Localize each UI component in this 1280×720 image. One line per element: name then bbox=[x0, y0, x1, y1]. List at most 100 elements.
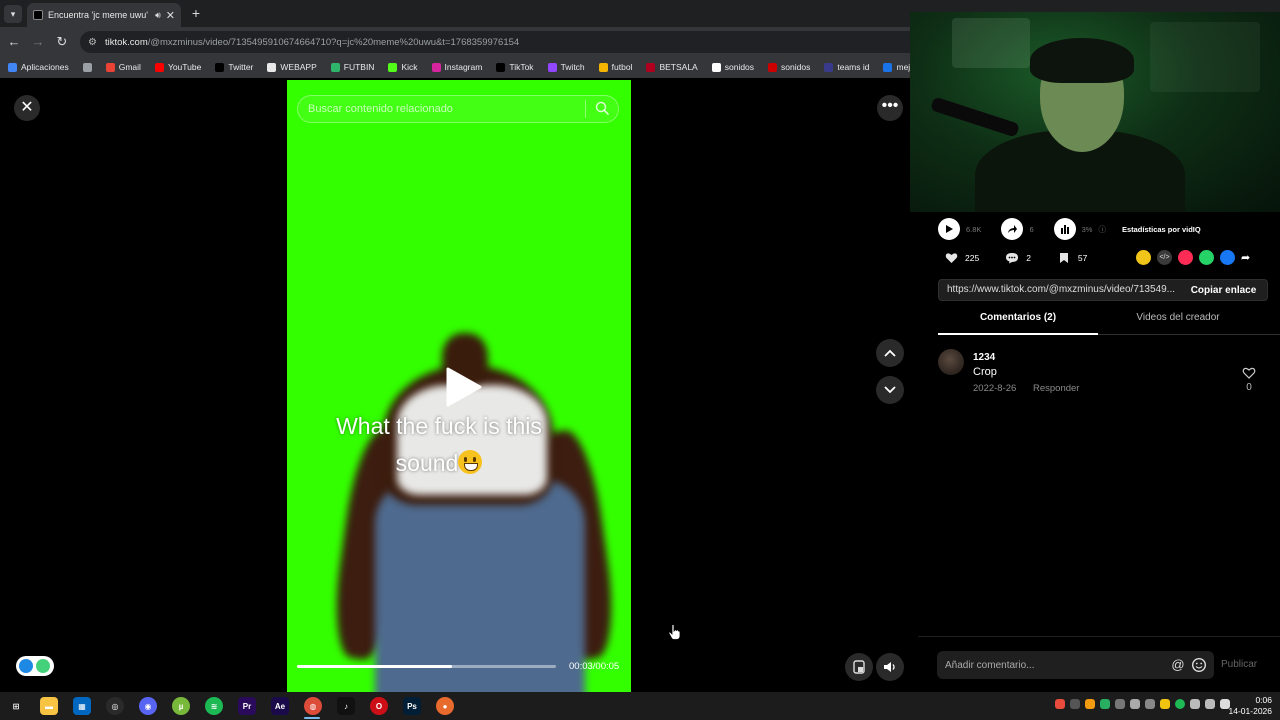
browser-tab-active[interactable]: Encuentra 'jc meme uwu' en 🔊︎ ✕ bbox=[27, 3, 181, 27]
save-button[interactable] bbox=[1055, 249, 1073, 267]
engagement-button[interactable] bbox=[1053, 218, 1076, 240]
bookmark-label: Twitch bbox=[560, 62, 585, 72]
related-search-input[interactable]: Buscar contenido relacionado bbox=[297, 95, 619, 123]
taskbar-app-icon[interactable]: ● bbox=[436, 697, 454, 715]
heart-outline-icon[interactable] bbox=[1242, 366, 1256, 380]
bookmark-aplicaciones[interactable]: Aplicaciones bbox=[8, 62, 69, 72]
bookmark-icon bbox=[1059, 253, 1068, 263]
bookmark-apps-grid[interactable] bbox=[82, 62, 92, 72]
site-info-icon[interactable]: ⚙ bbox=[88, 37, 97, 48]
picture-in-picture-button[interactable] bbox=[845, 653, 873, 681]
tab-search-button[interactable]: ▾ bbox=[4, 5, 22, 23]
new-tab-button[interactable]: + bbox=[188, 5, 204, 21]
address-bar[interactable]: ⚙ tiktok.com/@mxzminus/video/71354959106… bbox=[80, 31, 920, 53]
video-link-field[interactable]: https://www.tiktok.com/@mxzminus/video/7… bbox=[938, 279, 1188, 301]
bookmark-gmail[interactable]: Gmail bbox=[105, 62, 141, 72]
spotify-tray-icon[interactable] bbox=[1175, 699, 1185, 709]
taskbar-utorrent-icon[interactable]: µ bbox=[172, 697, 190, 715]
plays-button[interactable] bbox=[938, 218, 960, 240]
bookmark-kick[interactable]: Kick bbox=[388, 62, 418, 72]
bookmark-webapp[interactable]: WEBAPP bbox=[267, 62, 317, 72]
comment-avatar[interactable] bbox=[938, 349, 964, 375]
bookmark-favicon-icon bbox=[824, 62, 834, 72]
back-arrow-icon[interactable]: ← bbox=[5, 33, 23, 51]
bookmark-sonidos[interactable]: sonidos bbox=[711, 62, 754, 72]
tab-comments[interactable]: Comentarios (2) bbox=[938, 312, 1098, 334]
bookmark-favicon-icon bbox=[8, 62, 17, 72]
taskbar-steam-icon[interactable]: ◎ bbox=[106, 697, 124, 715]
speaker-icon[interactable]: 🔊︎ bbox=[155, 10, 161, 21]
tray-app-icon[interactable] bbox=[1160, 699, 1170, 709]
send-icon[interactable] bbox=[1178, 250, 1193, 265]
emoji-icon[interactable] bbox=[1191, 657, 1207, 673]
tray-app-icon[interactable] bbox=[1100, 699, 1110, 709]
network-icon[interactable] bbox=[1190, 699, 1200, 709]
taskbar-opera-icon[interactable]: O bbox=[370, 697, 388, 715]
bookmark-futbol[interactable]: futbol bbox=[598, 62, 632, 72]
bookmark-tiktok[interactable]: TikTok bbox=[496, 62, 534, 72]
comments-button[interactable] bbox=[1003, 249, 1021, 267]
tray-app-icon[interactable] bbox=[1130, 699, 1140, 709]
whatsapp-icon[interactable] bbox=[1199, 250, 1214, 265]
play-icon[interactable] bbox=[444, 366, 484, 408]
extension-badge[interactable] bbox=[16, 656, 54, 676]
like-button[interactable] bbox=[942, 249, 960, 267]
next-video-button[interactable] bbox=[876, 376, 904, 404]
more-options-button[interactable]: ••• bbox=[877, 95, 903, 121]
comment-username[interactable]: 1234 bbox=[973, 352, 995, 363]
wifi-icon[interactable] bbox=[1205, 699, 1215, 709]
vidiq-stats-row: 6.8K 6 3% ⓘ Estadísticas por vidIQ bbox=[938, 218, 1201, 240]
tray-app-icon[interactable] bbox=[1145, 699, 1155, 709]
tray-app-icon[interactable] bbox=[1085, 699, 1095, 709]
taskbar-spotify-icon[interactable]: ≋ bbox=[205, 697, 223, 715]
share-more-icon[interactable]: ➦ bbox=[1241, 251, 1250, 264]
bookmark-twitter[interactable]: Twitter bbox=[215, 62, 253, 72]
taskbar-discord-icon[interactable]: ◉ bbox=[139, 697, 157, 715]
taskbar-start-icon[interactable]: ⊞ bbox=[7, 697, 25, 715]
bookmark-favicon-icon bbox=[267, 62, 277, 72]
taskbar-photoshop-icon[interactable]: Ps bbox=[403, 697, 421, 715]
close-video-button[interactable]: ✕ bbox=[14, 95, 40, 121]
bookmark-instagram[interactable]: Instagram bbox=[431, 62, 482, 72]
copy-link-button[interactable]: Copiar enlace bbox=[1180, 279, 1268, 301]
clock-date: 14-01-2026 bbox=[1228, 706, 1272, 716]
tab-close-icon[interactable]: ✕ bbox=[166, 9, 175, 22]
bookmark-sonidos[interactable]: sonidos bbox=[768, 62, 810, 72]
shares-count: 6 bbox=[1029, 224, 1034, 234]
search-divider bbox=[585, 100, 586, 118]
repost-icon[interactable] bbox=[1136, 250, 1151, 265]
taskbar-explorer-icon[interactable]: ▬ bbox=[40, 697, 58, 715]
tray-app-icon[interactable] bbox=[1115, 699, 1125, 709]
shares-button[interactable] bbox=[1001, 218, 1024, 240]
engagement-row: 225 2 57 bbox=[942, 249, 1087, 267]
forward-arrow-icon[interactable]: → bbox=[29, 33, 47, 51]
search-icon[interactable] bbox=[594, 100, 610, 116]
embed-icon[interactable]: </> bbox=[1157, 250, 1172, 265]
tab-creator-videos[interactable]: Videos del creador bbox=[1098, 312, 1258, 334]
taskbar-premiere-icon[interactable]: Pr bbox=[238, 697, 256, 715]
reload-icon[interactable]: ↻ bbox=[53, 33, 71, 51]
bookmark-futbin[interactable]: FUTBIN bbox=[330, 62, 374, 72]
previous-video-button[interactable] bbox=[876, 339, 904, 367]
taskbar-after-effects-icon[interactable]: Ae bbox=[271, 697, 289, 715]
taskbar-clock[interactable]: 0:06 14-01-2026 bbox=[1228, 695, 1272, 717]
bookmark-label: BETSALA bbox=[659, 62, 698, 72]
bookmark-teams-id[interactable]: teams id bbox=[824, 62, 869, 72]
bookmark-twitch[interactable]: Twitch bbox=[547, 62, 585, 72]
publish-button[interactable]: Publicar bbox=[1221, 659, 1257, 670]
taskbar-tiktok-icon[interactable]: ♪ bbox=[337, 697, 355, 715]
volume-button[interactable] bbox=[876, 653, 904, 681]
tray-app-icon[interactable] bbox=[1055, 699, 1065, 709]
facebook-icon[interactable] bbox=[1220, 250, 1235, 265]
taskbar-store-icon[interactable]: ▦ bbox=[73, 697, 91, 715]
info-icon[interactable]: ⓘ bbox=[1098, 224, 1106, 235]
bookmark-youtube[interactable]: YouTube bbox=[154, 62, 201, 72]
bookmark-betsala[interactable]: BETSALA bbox=[646, 62, 698, 72]
tray-app-icon[interactable] bbox=[1070, 699, 1080, 709]
engagement-rate: 3% bbox=[1081, 224, 1093, 234]
bookmark-favicon-icon bbox=[768, 62, 778, 72]
mention-button[interactable]: @ bbox=[1170, 657, 1186, 673]
bookmark-favicon-icon bbox=[711, 62, 721, 72]
comment-reply-link[interactable]: Responder bbox=[1033, 383, 1079, 394]
taskbar-chrome-icon[interactable]: ◍ bbox=[304, 697, 322, 715]
